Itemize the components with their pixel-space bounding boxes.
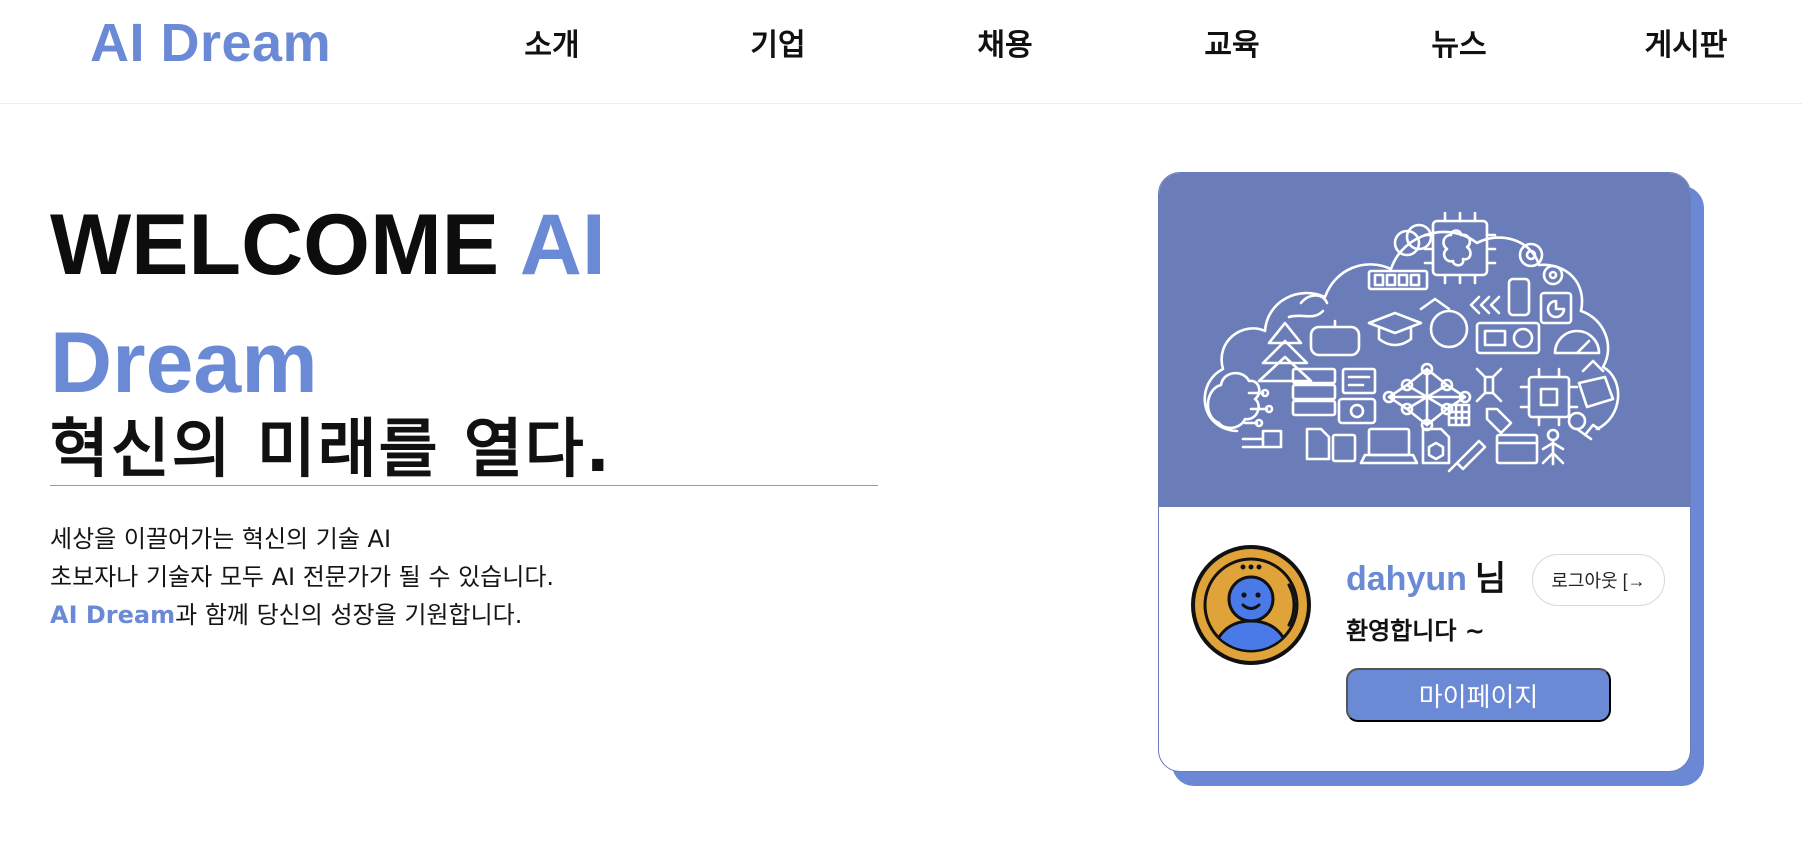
hero-title-dream: Dream bbox=[50, 315, 318, 411]
username-honorific: 님 bbox=[1474, 559, 1507, 599]
hero-title-welcome: WELCOME bbox=[50, 197, 520, 293]
nav-item-jobs[interactable]: 채용 bbox=[977, 20, 1032, 64]
hero-desc-line-3-text: 과 함께 당신의 성장을 기원합니다. bbox=[175, 601, 523, 629]
hero-desc-line-1: 세상을 이끌어가는 혁신의 기술 AI bbox=[50, 525, 392, 553]
profile-card: dahyun 님 환영합니다 ~ 로그아웃 [→ 마이페이지 bbox=[1158, 172, 1691, 772]
nav-item-intro[interactable]: 소개 bbox=[524, 20, 579, 64]
hero-divider bbox=[50, 485, 878, 486]
hero-title-ai: AI bbox=[519, 197, 606, 293]
hero-description: 세상을 이끌어가는 혁신의 기술 AI 초보자나 기술자 모두 AI 전문가가 … bbox=[50, 520, 554, 634]
username-row: dahyun 님 bbox=[1346, 551, 1506, 600]
site-header: AI Dream 소개 기업 채용 교육 뉴스 게시판 bbox=[0, 0, 1802, 104]
main-nav: 소개 기업 채용 교육 뉴스 게시판 bbox=[0, 0, 1802, 80]
username: dahyun bbox=[1346, 560, 1467, 598]
hero-subtitle: 혁신의 미래를 열다. bbox=[50, 413, 612, 487]
hero-desc-line-3: AI Dream과 함께 당신의 성장을 기원합니다. bbox=[50, 596, 554, 634]
nav-item-news[interactable]: 뉴스 bbox=[1431, 20, 1486, 64]
nav-item-education[interactable]: 교육 bbox=[1204, 20, 1259, 64]
ai-technology-cloud-illustration bbox=[1203, 211, 1620, 473]
nav-item-company[interactable]: 기업 bbox=[750, 20, 805, 64]
hero-desc-line-2: 초보자나 기술자 모두 AI 전문가가 될 수 있습니다. bbox=[50, 563, 555, 591]
hero-desc-brand: AI Dream bbox=[50, 601, 176, 629]
nav-item-board[interactable]: 게시판 bbox=[1645, 20, 1728, 64]
logout-button[interactable]: 로그아웃 [→ bbox=[1532, 554, 1665, 606]
mypage-button[interactable]: 마이페이지 bbox=[1346, 668, 1611, 722]
welcome-message: 환영합니다 ~ bbox=[1346, 617, 1485, 645]
user-avatar-icon bbox=[1189, 543, 1313, 667]
profile-card-banner bbox=[1159, 173, 1690, 507]
hero-title: WELCOME AI Dream bbox=[50, 186, 750, 422]
